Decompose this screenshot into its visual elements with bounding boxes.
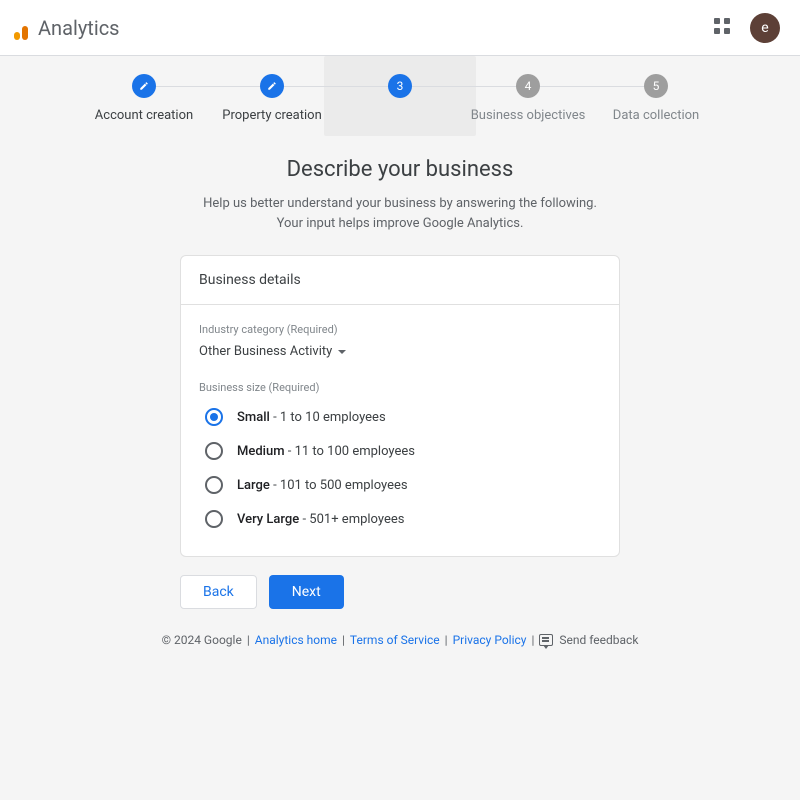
step-data-collection: 5 Data collection	[592, 74, 720, 123]
industry-dropdown[interactable]: Other Business Activity	[199, 340, 346, 363]
page-body: Account creation Property creation 3 Bus…	[0, 56, 800, 800]
size-option-large[interactable]: Large - 101 to 500 employees	[199, 468, 601, 502]
size-option-medium[interactable]: Medium - 11 to 100 employees	[199, 434, 601, 468]
page-subtitle: Help us better understand your business …	[203, 194, 597, 233]
pencil-icon	[267, 81, 277, 91]
product-name: Analytics	[38, 16, 120, 40]
terms-link[interactable]: Terms of Service	[350, 633, 440, 647]
card-header: Business details	[181, 256, 619, 305]
step-business-objectives: 4 Business objectives	[464, 74, 592, 123]
radio-label: Small - 1 to 10 employees	[237, 410, 386, 425]
industry-selected: Other Business Activity	[199, 344, 332, 359]
step-label: Business objectives	[471, 108, 586, 123]
analytics-logo-icon	[14, 16, 28, 40]
footer: © 2024 Google | Analytics home | Terms o…	[162, 633, 639, 647]
avatar[interactable]: e	[750, 13, 780, 43]
step-number: 3	[388, 74, 412, 98]
step-label: Property creation	[222, 108, 322, 123]
back-button[interactable]: Back	[180, 575, 257, 609]
google-apps-icon[interactable]	[714, 18, 734, 38]
send-feedback-link[interactable]: Send feedback	[539, 633, 638, 647]
size-option-small[interactable]: Small - 1 to 10 employees	[199, 400, 601, 434]
radio-icon	[205, 442, 223, 460]
next-button[interactable]: Next	[269, 575, 344, 609]
step-number: 5	[644, 74, 668, 98]
chevron-down-icon	[338, 350, 346, 354]
step-business-details[interactable]: 3 Business details	[336, 74, 464, 123]
subtitle-line-2: Your input helps improve Google Analytic…	[277, 216, 524, 231]
industry-label: Industry category (Required)	[199, 323, 601, 336]
action-bar: Back Next	[180, 575, 620, 609]
business-size-group: Small - 1 to 10 employees Medium - 11 to…	[199, 400, 601, 536]
step-label: Account creation	[95, 108, 193, 123]
radio-label: Medium - 11 to 100 employees	[237, 444, 415, 459]
radio-icon	[205, 476, 223, 494]
stepper: Account creation Property creation 3 Bus…	[80, 56, 720, 123]
radio-icon	[205, 408, 223, 426]
radio-label: Large - 101 to 500 employees	[237, 478, 408, 493]
feedback-icon	[539, 634, 553, 646]
pencil-icon	[139, 81, 149, 91]
size-option-very-large[interactable]: Very Large - 501+ employees	[199, 502, 601, 536]
step-label: Data collection	[613, 108, 699, 123]
business-size-label: Business size (Required)	[199, 381, 601, 394]
step-property-creation[interactable]: Property creation	[208, 74, 336, 123]
radio-icon	[205, 510, 223, 528]
app-header: Analytics e	[0, 0, 800, 56]
subtitle-line-1: Help us better understand your business …	[203, 196, 597, 211]
page-title: Describe your business	[287, 157, 514, 182]
step-number: 4	[516, 74, 540, 98]
analytics-home-link[interactable]: Analytics home	[255, 633, 337, 647]
radio-label: Very Large - 501+ employees	[237, 512, 404, 527]
copyright: © 2024 Google	[162, 633, 242, 647]
step-account-creation[interactable]: Account creation	[80, 74, 208, 123]
privacy-link[interactable]: Privacy Policy	[453, 633, 527, 647]
business-details-card: Business details Industry category (Requ…	[180, 255, 620, 557]
